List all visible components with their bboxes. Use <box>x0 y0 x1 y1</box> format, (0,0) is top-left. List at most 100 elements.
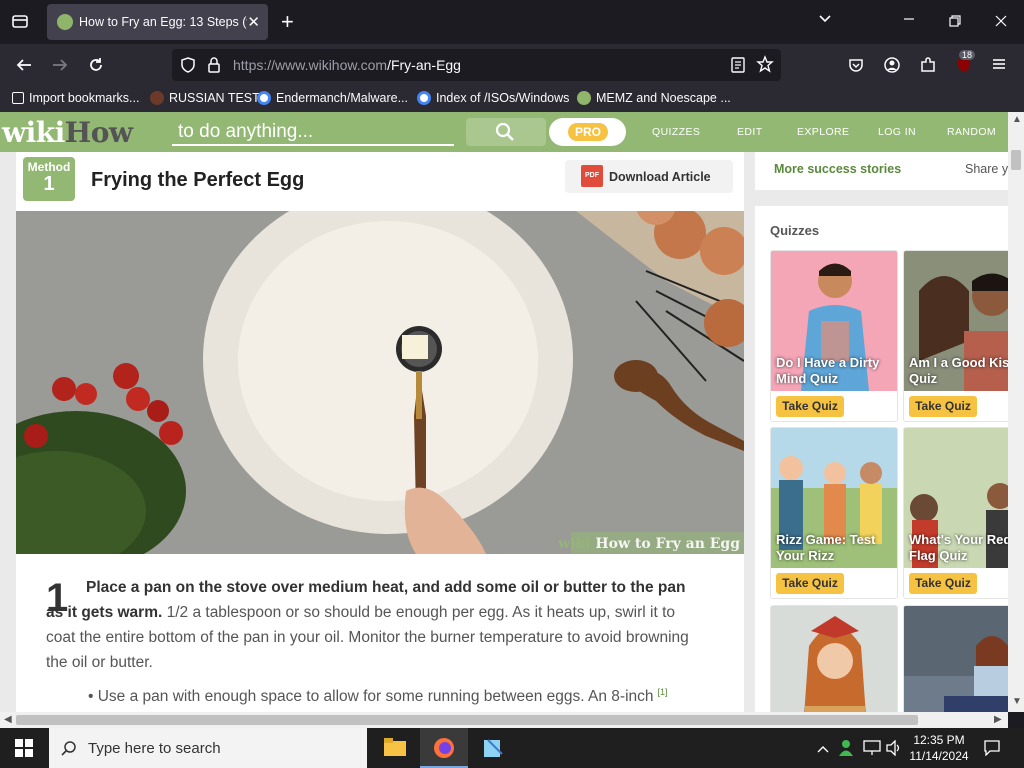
pdf-icon: PDF <box>581 165 603 187</box>
file-explorer-icon[interactable] <box>384 737 406 762</box>
article-body: Method 1 Frying the Perfect Egg PDF Down… <box>16 152 744 712</box>
tab-list-icon[interactable] <box>11 12 29 35</box>
nav-quizzes[interactable]: QUIZZES <box>652 126 700 138</box>
vertical-scrollbar[interactable]: ▲ ▼ <box>1008 112 1024 712</box>
bookmark-star-icon[interactable] <box>756 55 774 77</box>
citation-ref[interactable]: [1] <box>658 687 668 697</box>
more-success-stories-link[interactable]: More success stories <box>774 162 901 176</box>
menu-hamburger-icon[interactable] <box>991 56 1007 76</box>
extension-badge: 18 <box>959 50 976 60</box>
tab-close-icon[interactable]: ✕ <box>247 13 260 31</box>
notepad-app-icon[interactable] <box>482 737 504 764</box>
bookmark-label: Index of /ISOs/Windows <box>436 91 570 105</box>
take-quiz-button[interactable]: Take Quiz <box>909 396 977 417</box>
tab-overflow-chevron-icon[interactable] <box>818 12 832 31</box>
method-badge: Method 1 <box>23 157 75 201</box>
step-illustration: wiki How to Fry an Egg <box>16 211 744 554</box>
quiz-image <box>904 606 1008 712</box>
method-number: 1 <box>43 173 55 195</box>
quiz-card[interactable] <box>903 605 1008 712</box>
lock-icon[interactable] <box>206 56 222 78</box>
scroll-up-icon[interactable]: ▲ <box>1012 114 1022 125</box>
bookmarks-bar: Import bookmarks... RUSSIAN TEST Enderma… <box>0 86 1024 112</box>
navigation-toolbar: https://www.wikihow.com/Fry-an-Egg 18 <box>0 44 1024 86</box>
wikihow-logo[interactable]: wikiHow <box>2 116 133 149</box>
method-label: Method <box>27 160 71 174</box>
quiz-title: Am I a Good Kisser Quiz <box>909 355 1008 386</box>
clock-time: 12:35 PM <box>913 733 965 747</box>
download-article-button[interactable]: PDF Download Article <box>565 160 733 193</box>
pro-button[interactable]: PRO <box>549 118 626 146</box>
bookmark-label: Endermanch/Malware... <box>276 91 409 105</box>
search-icon <box>61 741 76 756</box>
url-text[interactable]: https://www.wikihow.com/Fry-an-Egg <box>233 57 461 73</box>
nav-explore[interactable]: EXPLORE <box>797 126 849 138</box>
clock-date: 11/14/2024 <box>909 749 969 763</box>
network-icon[interactable] <box>863 740 881 761</box>
bookmark-label: MEMZ and Noescape ... <box>596 91 731 105</box>
notifications-icon[interactable] <box>984 740 1000 761</box>
nav-random[interactable]: RANDOM <box>947 126 996 138</box>
url-bar[interactable]: https://www.wikihow.com/Fry-an-Egg <box>172 49 781 81</box>
nav-log-in[interactable]: LOG IN <box>878 126 916 138</box>
nav-edit[interactable]: EDIT <box>737 126 763 138</box>
tab-wikihow[interactable]: How to Fry an Egg: 13 Steps (with Pictur… <box>47 4 268 40</box>
firefox-taskbar-button[interactable] <box>420 728 468 768</box>
pocket-icon[interactable] <box>847 56 865 78</box>
vertical-scroll-thumb[interactable] <box>1011 150 1021 170</box>
scroll-left-icon[interactable]: ◀ <box>4 714 12 725</box>
quiz-card[interactable]: What's Your Red Flag Quiz Take Quiz <box>903 427 1008 599</box>
minimize-icon[interactable] <box>902 12 916 31</box>
bookmark-russian-test[interactable]: RUSSIAN TEST <box>150 91 260 105</box>
people-tray-icon[interactable] <box>838 739 854 762</box>
quiz-card[interactable]: Rizz Game: Test Your Rizz Take Quiz <box>770 427 898 599</box>
forward-arrow-icon[interactable] <box>51 56 69 78</box>
close-window-icon[interactable] <box>994 14 1008 33</box>
quiz-title: Rizz Game: Test Your Rizz <box>776 532 876 563</box>
quizzes-panel: Quizzes Do I Have a Dirty Mind Quiz Take… <box>755 206 1008 712</box>
reload-icon[interactable] <box>87 56 105 78</box>
firefox-icon <box>434 738 454 758</box>
reader-view-icon[interactable] <box>730 56 746 78</box>
take-quiz-button[interactable]: Take Quiz <box>776 396 844 417</box>
take-quiz-button[interactable]: Take Quiz <box>909 573 977 594</box>
site-favicon-icon <box>150 91 164 105</box>
windows-taskbar: Type here to search 12:35 PM 11/14/2024 <box>0 728 1024 768</box>
shield-icon[interactable] <box>179 56 197 78</box>
quiz-card[interactable] <box>770 605 898 712</box>
taskbar-clock[interactable]: 12:35 PM 11/14/2024 <box>905 732 973 764</box>
restore-icon[interactable] <box>948 14 962 33</box>
back-arrow-icon[interactable] <box>15 56 33 78</box>
share-story-link[interactable]: Share y <box>965 162 1008 176</box>
extensions-icon[interactable] <box>919 56 937 78</box>
bookmark-import[interactable]: Import bookmarks... <box>12 91 139 105</box>
taskbar-search-box[interactable]: Type here to search <box>49 728 367 768</box>
web-page: wikiHow to do anything... PRO QUIZZES ED… <box>0 112 1008 712</box>
step-bullet: • Use a pan with enough space to allow f… <box>88 687 668 706</box>
show-hidden-icons-chevron-icon[interactable] <box>817 741 829 759</box>
bookmark-memz[interactable]: MEMZ and Noescape ... <box>577 91 731 105</box>
import-icon <box>12 92 24 104</box>
site-search-input[interactable]: to do anything... <box>172 118 454 146</box>
quizzes-heading: Quizzes <box>770 223 820 238</box>
wikihow-favicon-icon <box>577 91 591 105</box>
download-label: Download Article <box>609 170 711 184</box>
google-icon <box>257 91 271 105</box>
account-icon[interactable] <box>883 56 901 78</box>
site-search-button[interactable] <box>466 118 546 146</box>
bookmark-isos[interactable]: Index of /ISOs/Windows <box>417 91 569 105</box>
success-stories-panel: More success stories Share y <box>755 152 1008 190</box>
horizontal-scrollbar[interactable]: ◀ ▶ <box>0 712 1008 728</box>
horizontal-scroll-thumb[interactable] <box>16 715 918 725</box>
bookmark-endermanch[interactable]: Endermanch/Malware... <box>257 91 408 105</box>
google-icon <box>417 91 431 105</box>
scroll-down-icon[interactable]: ▼ <box>1012 696 1022 707</box>
new-tab-button[interactable]: + <box>281 9 294 35</box>
quiz-card[interactable]: Do I Have a Dirty Mind Quiz Take Quiz <box>770 250 898 422</box>
quiz-card[interactable]: Am I a Good Kisser Quiz Take Quiz <box>903 250 1008 422</box>
scroll-right-icon[interactable]: ▶ <box>994 714 1002 725</box>
take-quiz-button[interactable]: Take Quiz <box>776 573 844 594</box>
bookmark-label: Import bookmarks... <box>29 91 140 105</box>
windows-start-icon[interactable] <box>15 739 33 762</box>
volume-icon[interactable] <box>886 739 902 761</box>
